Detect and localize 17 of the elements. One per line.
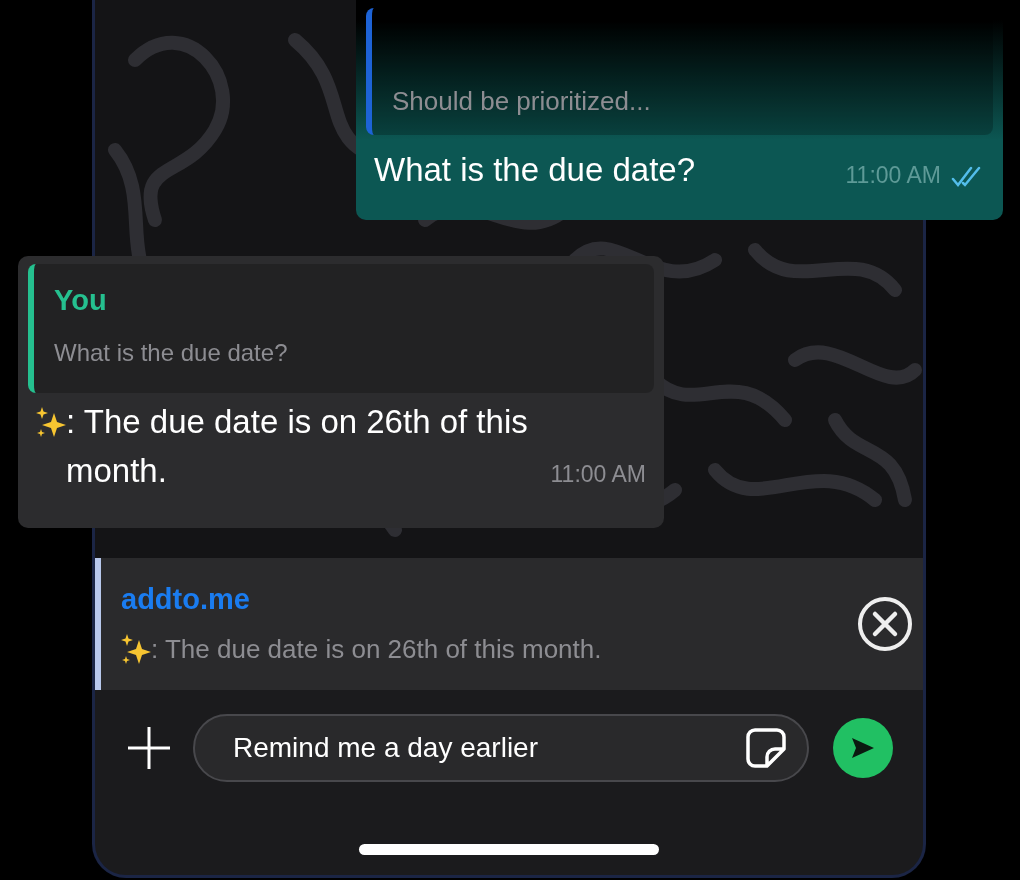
sparkles-icon [121, 633, 151, 666]
message-text: What is the due date? [374, 150, 696, 190]
sticker-icon[interactable] [745, 727, 787, 769]
quote-author: You [54, 284, 108, 317]
plus-icon[interactable] [125, 724, 173, 772]
message-input-field[interactable]: Remind me a day earlier [193, 714, 809, 782]
quote-text: What is the due date? [54, 339, 289, 367]
send-icon [850, 736, 876, 760]
quote-text: Should be prioritized... [392, 86, 652, 117]
message-time: 11:00 AM [845, 162, 941, 189]
close-icon[interactable] [857, 596, 913, 652]
message-text: : The due date is on 26th of this month. [66, 402, 529, 491]
sparkles-icon [36, 407, 66, 439]
send-button[interactable] [833, 718, 893, 778]
message-time: 11:00 AM [550, 461, 646, 488]
reply-title: addto.me [121, 582, 251, 616]
reply-text: : The due date is on 26th of this month. [151, 634, 602, 665]
